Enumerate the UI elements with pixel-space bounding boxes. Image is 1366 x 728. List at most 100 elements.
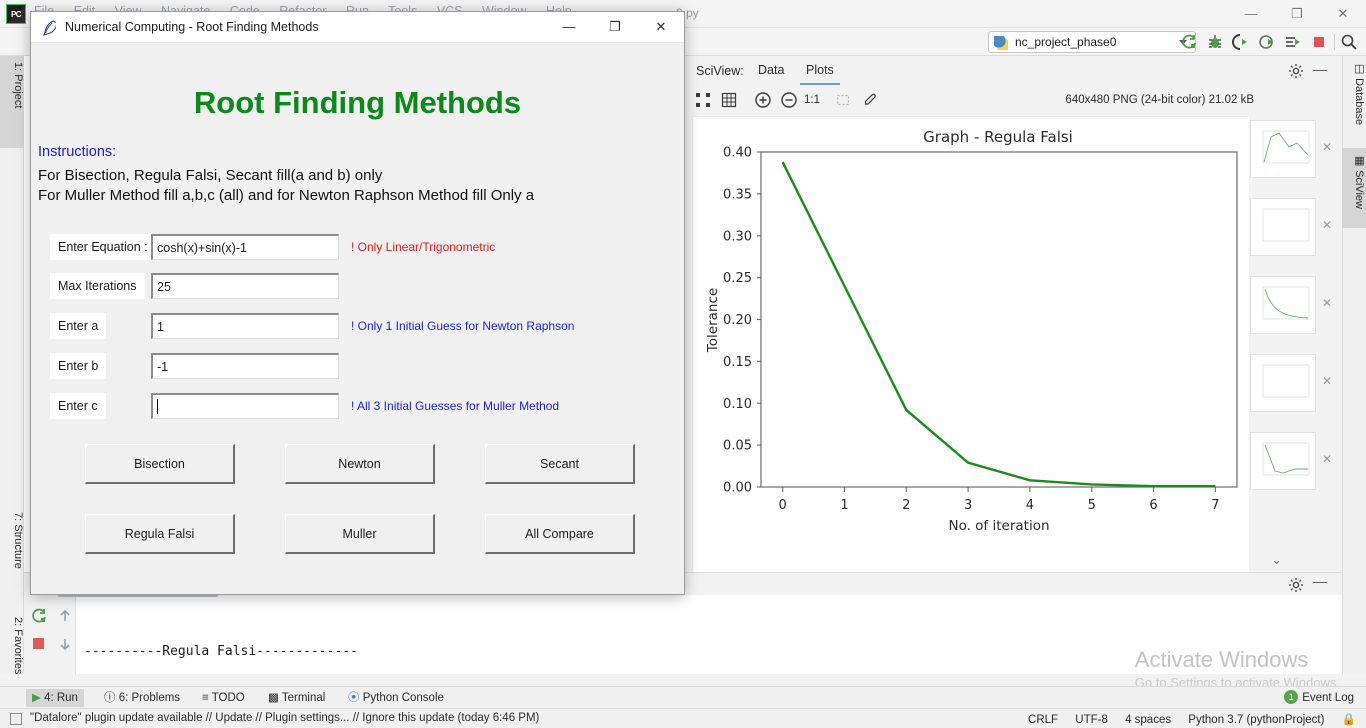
sciview-panel: SciView: Data Plots — 1:1 640x480 PNG (2…	[686, 56, 1342, 609]
status-bar: "Datalore" plugin update available // Up…	[0, 708, 1366, 728]
newton-button[interactable]: Newton	[285, 444, 435, 484]
scroll-up-icon[interactable]	[56, 607, 74, 625]
event-log-badge: 1	[1284, 690, 1299, 704]
rerun-icon[interactable]	[1180, 33, 1198, 51]
plot-thumbnail[interactable]	[1250, 432, 1316, 490]
close-icon[interactable]: ✕	[1320, 374, 1334, 388]
regula-falsi-button[interactable]: Regula Falsi	[85, 514, 235, 554]
event-log-button[interactable]: 1 Event Log	[1284, 690, 1354, 704]
max-iterations-input[interactable]: 25	[151, 273, 339, 299]
minimize-icon[interactable]: —	[1312, 62, 1328, 79]
rerun-icon[interactable]	[30, 607, 48, 625]
activate-windows-watermark: Activate Windows Go to Settings to activ…	[1135, 647, 1340, 690]
close-icon[interactable]: ✕	[1320, 296, 1334, 310]
window-close-button[interactable]: ✕	[1320, 0, 1366, 28]
run-gutter	[24, 595, 76, 675]
enter-c-input[interactable]	[151, 393, 339, 419]
dialog-body: Root Finding Methods Instructions: For B…	[31, 43, 684, 594]
pycharm-logo-icon: PC	[6, 4, 26, 24]
tab-label: 6: Problems	[118, 692, 181, 704]
window-minimize-button[interactable]: —	[1228, 0, 1274, 28]
sciview-toolbar: 1:1 640x480 PNG (24-bit color) 21.02 kB	[686, 86, 1342, 136]
line-separator-indicator[interactable]: CRLF	[1028, 714, 1058, 726]
event-log-label: Event Log	[1302, 692, 1354, 704]
close-icon[interactable]: ✕	[1320, 452, 1334, 466]
svg-text:1: 1	[840, 498, 848, 513]
plot-image[interactable]: Graph - Regula Falsi 0.00 0.05 0.10 0.15 0.2…	[692, 116, 1249, 609]
muller-button[interactable]: Muller	[285, 514, 435, 554]
debug-icon[interactable]	[1206, 33, 1224, 51]
sciview-label: SciView:	[696, 64, 744, 78]
svg-text:0.30: 0.30	[723, 229, 752, 244]
equation-hint: ! Only Linear/Trigonometric	[351, 240, 496, 254]
profile-icon[interactable]	[1258, 33, 1276, 51]
search-everywhere-icon[interactable]	[1340, 33, 1358, 51]
svg-text:0.10: 0.10	[723, 397, 752, 412]
tab-python-console[interactable]: ⦿ Python Console	[342, 689, 450, 707]
dialog-maximize-button[interactable]: ❐	[592, 12, 638, 42]
stop-icon[interactable]	[1310, 33, 1328, 51]
plot-thumbnail[interactable]	[1250, 354, 1316, 412]
enter-b-input[interactable]: -1	[151, 353, 339, 379]
sidebar-item-label: Database	[1353, 78, 1365, 126]
stop-icon[interactable]	[30, 635, 48, 653]
terminal-icon: ▩	[268, 692, 279, 704]
run-configuration-selector[interactable]: nc_project_phase0	[988, 31, 1196, 53]
window-maximize-button[interactable]: ❐	[1274, 0, 1320, 28]
plot-thumbnail[interactable]	[1250, 198, 1316, 256]
color-picker-icon[interactable]	[860, 91, 878, 109]
scroll-down-icon[interactable]	[56, 635, 74, 653]
run-with-coverage-icon[interactable]	[1232, 33, 1250, 51]
tab-data[interactable]: Data	[752, 63, 790, 83]
minimize-icon[interactable]: —	[1312, 574, 1328, 591]
instructions-line-2: For Muller Method fill a,b,c (all) and f…	[38, 187, 535, 204]
plot-thumbnail-strip: ✕ ✕ ✕ ✕ ✕	[1250, 116, 1336, 608]
status-message[interactable]: "Datalore" plugin update available // Up…	[30, 712, 539, 724]
close-icon[interactable]: ✕	[1320, 140, 1334, 154]
bisection-button[interactable]: Bisection	[85, 444, 235, 484]
tab-todo[interactable]: ≡ TODO	[196, 689, 251, 707]
bottom-tool-tabs: ▶ 4: Run ⓘ 6: Problems ≡ TODO ▩ Terminal…	[0, 686, 1366, 708]
feather-icon	[42, 20, 58, 36]
close-icon[interactable]: ✕	[1320, 218, 1334, 232]
sidebar-item-sciview[interactable]: ▦ SciView	[1342, 148, 1366, 228]
zoom-in-icon[interactable]	[754, 91, 772, 109]
gear-icon[interactable]	[1288, 577, 1304, 593]
sidebar-item-structure[interactable]: 7: Structure	[0, 506, 24, 602]
watermark-title: Activate Windows	[1134, 647, 1309, 672]
sidebar-item-project[interactable]: 1: Project	[0, 56, 24, 148]
indent-indicator[interactable]: 4 spaces	[1125, 714, 1171, 726]
plot-thumbnail[interactable]	[1250, 120, 1316, 178]
page-title: Root Finding Methods	[193, 85, 522, 120]
zoom-out-icon[interactable]	[780, 91, 798, 109]
lock-icon[interactable]: 🔒	[1342, 714, 1356, 726]
interpreter-indicator[interactable]: Python 3.7 (pythonProject)	[1188, 714, 1324, 726]
tab-run[interactable]: ▶ 4: Run	[26, 689, 84, 707]
grid-icon: ▦	[1353, 154, 1365, 167]
dialog-close-button[interactable]: ✕	[638, 12, 684, 42]
tab-terminal[interactable]: ▩ Terminal	[262, 689, 331, 707]
fit-content-icon[interactable]	[694, 91, 712, 109]
dialog-minimize-button[interactable]: —	[546, 12, 592, 42]
equation-input[interactable]: cosh(x)+sin(x)-1	[151, 234, 339, 260]
encoding-indicator[interactable]: UTF-8	[1075, 714, 1108, 726]
plot-thumbnail[interactable]	[1250, 276, 1316, 334]
svg-text:No. of iteration: No. of iteration	[948, 518, 1049, 534]
chevron-down-icon[interactable]: ⌄	[1271, 552, 1282, 568]
tab-problems[interactable]: ⓘ 6: Problems	[98, 689, 186, 707]
grid-toggle-icon[interactable]	[720, 91, 738, 109]
sidebar-item-database[interactable]: ◫ Database	[1342, 56, 1366, 140]
all-compare-button[interactable]: All Compare	[485, 514, 635, 554]
sidebar-item-label: 1: Project	[12, 62, 24, 109]
actual-size-icon[interactable]: 1:1	[804, 91, 828, 109]
sidebar-item-label: SciView	[1353, 170, 1365, 209]
svg-text:0.35: 0.35	[723, 187, 752, 202]
enter-a-input[interactable]: 1	[151, 313, 339, 339]
gear-icon[interactable]	[1288, 63, 1304, 79]
field-row-a: Enter a 1 ! Only 1 Initial Guess for New…	[31, 313, 684, 343]
run-anything-icon[interactable]	[1284, 33, 1302, 51]
tab-plots[interactable]: Plots	[800, 63, 840, 85]
secant-button[interactable]: Secant	[485, 444, 635, 484]
select-region-icon[interactable]	[834, 91, 852, 109]
max-iterations-label: Max Iterations	[50, 273, 145, 299]
